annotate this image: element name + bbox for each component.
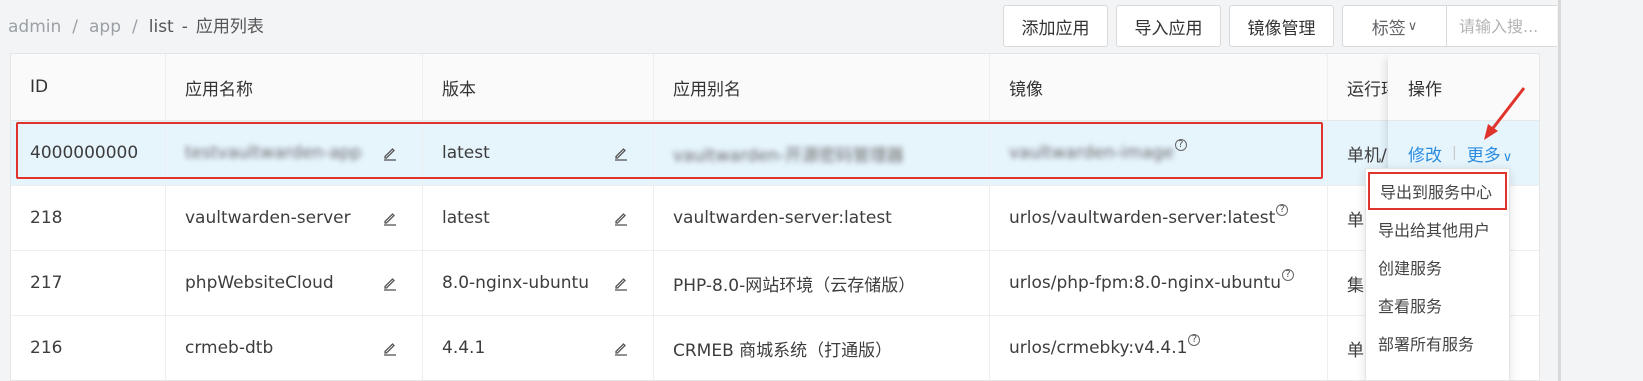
edit-icon[interactable] — [382, 275, 398, 291]
chevron-down-icon: ∨ — [1502, 149, 1513, 165]
cell-id: 216 — [11, 316, 166, 380]
cell-id: 218 — [11, 186, 166, 250]
cell-alias: CRMEB 商城系统（打通版） — [654, 316, 990, 380]
column-header-image: 镜像 — [990, 54, 1328, 120]
edit-icon[interactable] — [382, 340, 398, 356]
breadcrumb-item-app[interactable]: app — [89, 17, 121, 37]
edit-icon[interactable] — [613, 340, 629, 356]
import-app-button[interactable]: 导入应用 — [1116, 5, 1221, 47]
menu-item-export-to-service-center[interactable]: 导出到服务中心 — [1368, 172, 1507, 210]
cell-name: crmeb-dtb — [166, 316, 423, 380]
more-dropdown-link[interactable]: 更多 ∨ — [1467, 141, 1513, 166]
menu-item-deploy-all-services[interactable]: 部署所有服务 — [1366, 324, 1509, 362]
edit-icon[interactable] — [613, 145, 629, 161]
cell-alias-text: vaultwarden-开源密码管理器 — [673, 145, 904, 166]
table-row[interactable]: 4000000000 testvaultwarden-app latest va… — [11, 121, 1539, 186]
cell-image-text: urlos/crmebky:v4.4.1 — [1009, 338, 1188, 358]
cell-version: latest — [423, 186, 654, 250]
edit-link[interactable]: 修改 — [1408, 141, 1442, 166]
cell-image: urlos/vaultwarden-server:latest? — [990, 186, 1328, 250]
help-icon[interactable]: ? — [1188, 334, 1201, 346]
breadcrumb-item-admin[interactable]: admin — [8, 17, 61, 37]
menu-item-create-service[interactable]: 创建服务 — [1366, 248, 1509, 286]
vertical-scrollbar[interactable] — [1558, 0, 1561, 381]
edit-icon[interactable] — [613, 275, 629, 291]
table-row[interactable]: 218 vaultwarden-server latest vaultwarde… — [11, 186, 1539, 251]
breadcrumb-dash: - — [181, 17, 188, 37]
cell-id: 217 — [11, 251, 166, 315]
cell-image-text: urlos/vaultwarden-server:latest — [1009, 208, 1276, 228]
cell-version-text: latest — [442, 208, 490, 228]
menu-item-view-services[interactable]: 查看服务 — [1366, 286, 1509, 324]
column-header-alias: 应用别名 — [654, 54, 990, 120]
image-management-button[interactable]: 镜像管理 — [1229, 5, 1334, 47]
cell-image: vaultwarden-image? — [990, 121, 1328, 185]
cell-name-text: vaultwarden-server — [185, 208, 351, 228]
menu-item-export-to-other-users[interactable]: 导出给其他用户 — [1366, 210, 1509, 248]
cell-alias: vaultwarden-开源密码管理器 — [654, 121, 990, 185]
breadcrumb-item-list: list — [148, 17, 174, 37]
cell-name-text: testvaultwarden-app — [185, 143, 362, 163]
cell-alias: PHP-8.0-网站环境（云存储版） — [654, 251, 990, 315]
breadcrumb: admin / app / list - 应用列表 — [8, 12, 264, 37]
cell-version-text: 4.4.1 — [442, 338, 486, 358]
chevron-down-icon: ∨ — [1407, 18, 1418, 33]
help-icon[interactable]: ? — [1174, 139, 1187, 151]
cell-image: urlos/crmebky:v4.4.1? — [990, 316, 1328, 380]
cell-name: vaultwarden-server — [166, 186, 423, 250]
edit-icon[interactable] — [382, 210, 398, 226]
cell-image-text: vaultwarden-image — [1009, 143, 1174, 163]
cell-version: latest — [423, 121, 654, 185]
cell-version: 4.4.1 — [423, 316, 654, 380]
add-app-button[interactable]: 添加应用 — [1003, 5, 1108, 47]
link-divider: | — [1452, 145, 1457, 161]
column-header-name: 应用名称 — [166, 54, 423, 120]
edit-icon[interactable] — [613, 210, 629, 226]
edit-icon[interactable] — [382, 145, 398, 161]
more-label: 更多 — [1466, 145, 1501, 166]
toolbar: 添加应用 导入应用 镜像管理 标签 ∨ — [1003, 5, 1592, 47]
cell-name: phpWebsiteCloud — [166, 251, 423, 315]
cell-alias: vaultwarden-server:latest — [654, 186, 990, 250]
cell-version: 8.0-nginx-ubuntu — [423, 251, 654, 315]
table-row[interactable]: 216 crmeb-dtb 4.4.1 CRMEB 商城系统（打通版） urlo… — [11, 316, 1539, 380]
breadcrumb-separator: / — [72, 17, 79, 37]
more-dropdown-menu: 导出到服务中心 导出给其他用户 创建服务 查看服务 部署所有服务 — [1365, 168, 1510, 381]
cell-version-text: 8.0-nginx-ubuntu — [442, 273, 589, 293]
cell-name-text: phpWebsiteCloud — [185, 273, 334, 293]
help-icon[interactable]: ? — [1276, 204, 1289, 216]
cell-name: testvaultwarden-app — [166, 121, 423, 185]
tags-label: 标签 — [1371, 18, 1406, 38]
breadcrumb-separator: / — [132, 17, 138, 37]
page-margin — [1557, 0, 1643, 381]
cell-id: 4000000000 — [11, 121, 166, 185]
cell-name-text: crmeb-dtb — [185, 338, 274, 358]
table-row[interactable]: 217 phpWebsiteCloud 8.0-nginx-ubuntu PHP… — [11, 251, 1539, 316]
app-table: ID 应用名称 版本 应用别名 镜像 运行环 4000000000 testva… — [10, 53, 1540, 381]
column-header-ops: 操作 — [1388, 54, 1539, 121]
cell-image: urlos/php-fpm:8.0-nginx-ubuntu? — [990, 251, 1328, 315]
tags-dropdown-button[interactable]: 标签 ∨ — [1342, 5, 1447, 47]
help-icon[interactable]: ? — [1282, 269, 1295, 281]
table-header: ID 应用名称 版本 应用别名 镜像 运行环 — [11, 54, 1539, 121]
cell-image-text: urlos/php-fpm:8.0-nginx-ubuntu — [1009, 273, 1282, 293]
column-header-id: ID — [11, 54, 166, 120]
column-header-version: 版本 — [423, 54, 654, 120]
cell-version-text: latest — [442, 143, 490, 163]
page-title: 应用列表 — [195, 17, 264, 37]
